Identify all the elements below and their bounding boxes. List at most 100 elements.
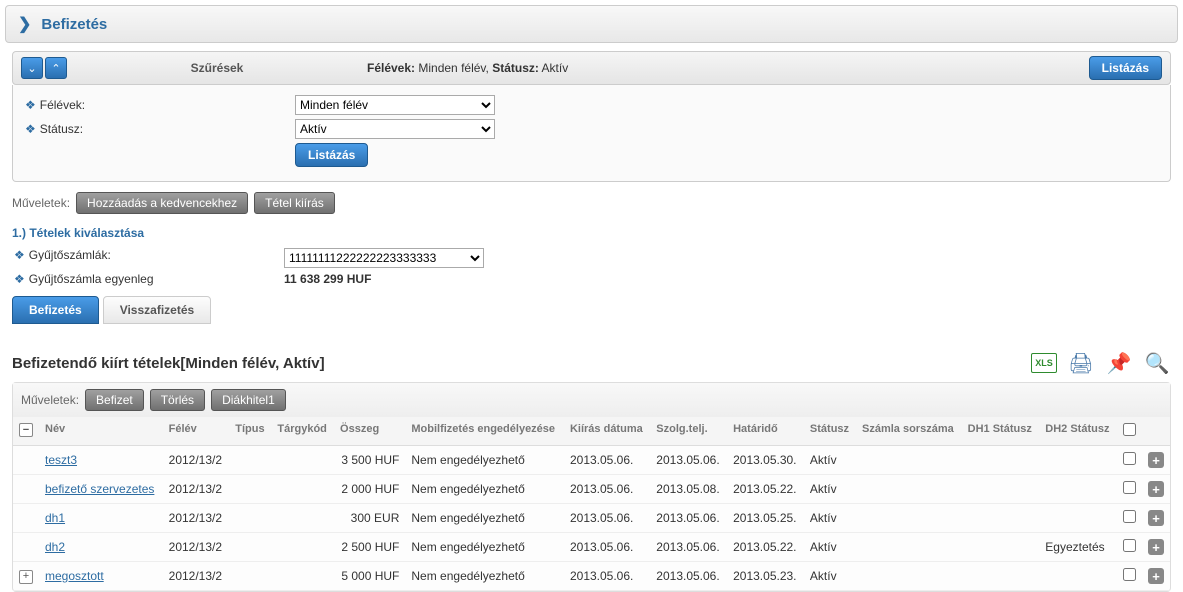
row-checkbox[interactable] — [1123, 452, 1136, 465]
xls-export-icon[interactable]: XLS — [1031, 353, 1057, 373]
cell-invoice — [856, 562, 962, 591]
col-status[interactable]: Státusz — [804, 417, 856, 446]
cell-dh1 — [962, 475, 1040, 504]
search-icon[interactable]: 🔍 — [1143, 349, 1171, 377]
row-actions-icon[interactable]: + — [1148, 452, 1164, 468]
cell-status: Aktív — [804, 533, 856, 562]
select-all-checkbox[interactable] — [1123, 423, 1136, 436]
cell-deadline: 2013.05.23. — [727, 562, 804, 591]
tab-pay[interactable]: Befizetés — [12, 296, 99, 324]
table-row: dh22012/13/22 500 HUFNem engedélyezhető2… — [13, 533, 1170, 562]
cell-amount: 5 000 HUF — [334, 562, 405, 591]
item-name-link[interactable]: teszt3 — [45, 453, 77, 467]
cell-mobile: Nem engedélyezhető — [405, 475, 564, 504]
accounts-select[interactable]: 11111111222222223333333 — [284, 248, 484, 268]
col-dh2[interactable]: DH2 Státusz — [1039, 417, 1117, 446]
list-button-top[interactable]: Listázás — [1089, 56, 1162, 80]
delete-button[interactable]: Törlés — [150, 389, 205, 411]
pin-icon[interactable]: 📌 — [1105, 349, 1133, 377]
item-name-link[interactable]: megosztott — [45, 569, 104, 583]
create-item-button[interactable]: Tétel kiírás — [254, 192, 335, 214]
col-amount[interactable]: Összeg — [334, 417, 405, 446]
collapse-down-icon[interactable]: ⌄ — [21, 57, 43, 79]
balance-value: 11 638 299 HUF — [284, 272, 371, 286]
filter-summary-sem-label: Félévek: — [367, 61, 415, 75]
cell-invoice — [856, 446, 962, 475]
add-favorite-button[interactable]: Hozzáadás a kedvencekhez — [76, 192, 248, 214]
cell-issued: 2013.05.06. — [564, 475, 650, 504]
col-service[interactable]: Szolg.telj. — [650, 417, 727, 446]
col-type[interactable]: Típus — [229, 417, 271, 446]
cell-mobile: Nem engedélyezhető — [405, 562, 564, 591]
pay-button[interactable]: Befizet — [85, 389, 144, 411]
col-name[interactable]: Név — [39, 417, 163, 446]
col-dh1[interactable]: DH1 Státusz — [962, 417, 1040, 446]
cell-deadline: 2013.05.22. — [727, 475, 804, 504]
cell-invoice — [856, 504, 962, 533]
item-name-link[interactable]: befizető szervezetes — [45, 482, 154, 496]
row-actions-icon[interactable]: + — [1148, 539, 1164, 555]
cell-invoice — [856, 475, 962, 504]
cell-type — [229, 533, 271, 562]
print-icon[interactable]: 🖨 — [1067, 349, 1095, 377]
cell-deadline: 2013.05.25. — [727, 504, 804, 533]
cell-invoice — [856, 533, 962, 562]
expand-row-icon[interactable]: + — [19, 570, 33, 584]
diamond-icon: ❖ — [25, 98, 36, 112]
filter-summary: Félévek: Minden félév, Státusz: Aktív — [367, 61, 1079, 75]
tab-refund[interactable]: Visszafizetés — [103, 296, 212, 324]
cell-dh1 — [962, 446, 1040, 475]
col-semester[interactable]: Félév — [163, 417, 230, 446]
cell-dh2 — [1039, 446, 1117, 475]
row-actions-icon[interactable]: + — [1148, 510, 1164, 526]
col-deadline[interactable]: Határidő — [727, 417, 804, 446]
cell-type — [229, 562, 271, 591]
accounts-label: Gyűjtőszámlák: — [29, 248, 111, 262]
cell-subjcode — [271, 475, 334, 504]
cell-type — [229, 475, 271, 504]
row-checkbox[interactable] — [1123, 510, 1136, 523]
cell-mobile: Nem engedélyezhető — [405, 446, 564, 475]
cell-issued: 2013.05.06. — [564, 446, 650, 475]
operations-label: Műveletek: — [12, 196, 70, 210]
col-issued[interactable]: Kiírás dátuma — [564, 417, 650, 446]
row-checkbox[interactable] — [1123, 481, 1136, 494]
row-checkbox[interactable] — [1123, 539, 1136, 552]
col-invoice[interactable]: Számla sorszáma — [856, 417, 962, 446]
filter-heading: Szűrések — [77, 61, 357, 75]
filter-panel: ❖Félévek: Minden félév ❖Státusz: Aktív L… — [12, 85, 1171, 182]
items-table-wrap: Műveletek: Befizet Törlés Diákhitel1 − N… — [12, 382, 1171, 592]
cell-service: 2013.05.06. — [650, 562, 727, 591]
item-name-link[interactable]: dh1 — [45, 511, 65, 525]
semesters-select[interactable]: Minden félév — [295, 95, 495, 115]
cell-status: Aktív — [804, 562, 856, 591]
chevron-right-icon[interactable]: ❯ — [18, 14, 31, 34]
cell-service: 2013.05.08. — [650, 475, 727, 504]
student-loan-button[interactable]: Diákhitel1 — [211, 389, 286, 411]
col-mobile[interactable]: Mobilfizetés engedélyezése — [405, 417, 564, 446]
list-button-inner[interactable]: Listázás — [295, 143, 368, 167]
cell-amount: 300 EUR — [334, 504, 405, 533]
cell-dh1 — [962, 533, 1040, 562]
cell-status: Aktív — [804, 446, 856, 475]
row-actions-icon[interactable]: + — [1148, 481, 1164, 497]
balance-label: Gyűjtőszámla egyenleg — [29, 272, 154, 286]
payment-tabs: Befizetés Visszafizetés — [12, 296, 1171, 324]
table-row: befizető szervezetes2012/13/22 000 HUFNe… — [13, 475, 1170, 504]
page-title-bar: ❯ Befizetés — [5, 5, 1178, 43]
cell-dh2 — [1039, 562, 1117, 591]
item-name-link[interactable]: dh2 — [45, 540, 65, 554]
diamond-icon: ❖ — [25, 122, 36, 136]
page-title: Befizetés — [41, 16, 107, 33]
diamond-icon: ❖ — [14, 272, 25, 286]
status-select[interactable]: Aktív — [295, 119, 495, 139]
filter-summary-sem-value: Minden félév — [418, 61, 485, 75]
collapse-up-icon[interactable]: ⌃ — [45, 57, 67, 79]
cell-subjcode — [271, 533, 334, 562]
col-subjcode[interactable]: Tárgykód — [271, 417, 334, 446]
collapse-all-icon[interactable]: − — [19, 423, 33, 437]
filter-summary-status-label: Státusz: — [492, 61, 539, 75]
row-actions-icon[interactable]: + — [1148, 568, 1164, 584]
items-table: − Név Félév Típus Tárgykód Összeg Mobilf… — [13, 417, 1170, 591]
table-title: Befizetendő kiírt tételek[Minden félév, … — [12, 355, 325, 372]
